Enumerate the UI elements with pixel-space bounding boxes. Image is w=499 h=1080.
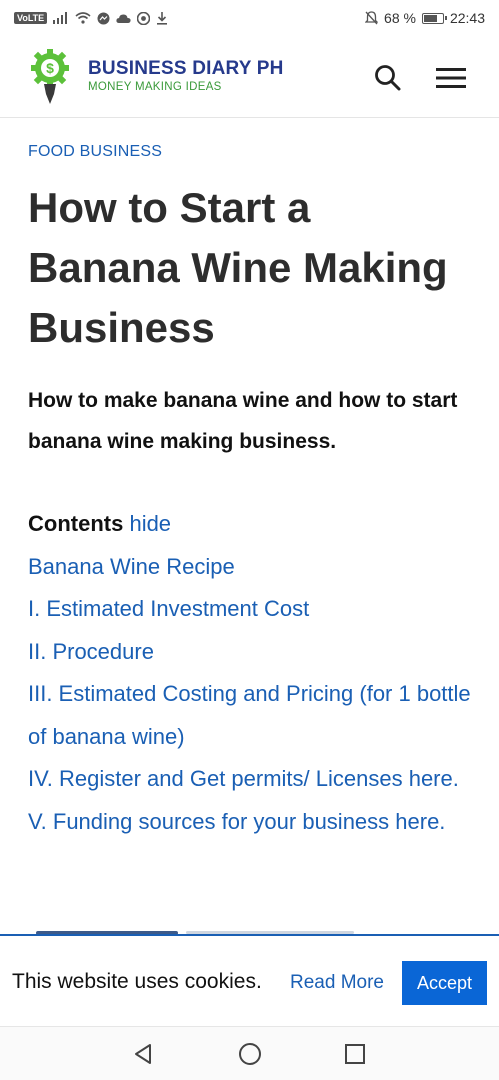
- toc-item[interactable]: IV. Register and Get permits/ Licenses h…: [28, 758, 478, 801]
- toc-item[interactable]: II. Procedure: [28, 631, 478, 674]
- toc-item[interactable]: Banana Wine Recipe: [28, 546, 478, 589]
- cookie-message: This website uses cookies.: [12, 970, 262, 993]
- cloud-icon: [116, 14, 131, 23]
- messenger-icon: [97, 12, 110, 24]
- page-title: How to Start a Banana Wine Making Busine…: [28, 184, 448, 351]
- chrome-icon: [137, 11, 151, 25]
- battery-percent: 68 %: [384, 10, 416, 26]
- mute-icon: [365, 11, 379, 25]
- brand-name[interactable]: BUSINESS DIARY PH: [88, 58, 284, 80]
- volte-badge: VoLTE: [14, 12, 48, 24]
- toc-title: Contents: [28, 511, 124, 536]
- signal-icon: [53, 12, 68, 24]
- wifi-icon: [75, 12, 91, 24]
- cookie-read-more-link[interactable]: Read More: [290, 972, 384, 994]
- menu-icon[interactable]: [434, 64, 468, 92]
- article-subtitle: How to make banana wine and how to start…: [28, 389, 458, 453]
- site-header: $ BUSINESS DIARY PH MONEY MAKING IDEAS: [0, 36, 499, 118]
- table-of-contents: Contents hide Banana Wine Recipe I. Esti…: [28, 503, 478, 843]
- system-nav-bar: [0, 1026, 499, 1080]
- toc-header: Contents hide: [28, 503, 478, 546]
- clock: 22:43: [449, 10, 485, 26]
- status-left: VoLTE: [14, 11, 168, 25]
- home-icon[interactable]: [238, 1042, 262, 1066]
- recents-icon[interactable]: [343, 1042, 367, 1066]
- toc-item[interactable]: V. Funding sources for your business her…: [28, 801, 478, 844]
- toc-hide-toggle[interactable]: hide: [129, 511, 171, 536]
- cookie-accept-button[interactable]: Accept: [402, 961, 487, 1005]
- cookie-banner: This website uses cookies. Read More Acc…: [0, 934, 499, 1026]
- battery-icon: [421, 12, 447, 24]
- search-icon[interactable]: [372, 62, 404, 94]
- status-bar: VoLTE 68 % 22:43: [0, 0, 499, 36]
- brand-tagline: MONEY MAKING IDEAS: [88, 81, 222, 93]
- category-link[interactable]: FOOD BUSINESS: [28, 143, 162, 161]
- toc-item[interactable]: I. Estimated Investment Cost: [28, 588, 478, 631]
- logo-icon[interactable]: $: [30, 48, 70, 106]
- back-icon[interactable]: [131, 1042, 155, 1066]
- download-icon: [157, 11, 168, 25]
- toc-item[interactable]: III. Estimated Costing and Pricing (for …: [28, 673, 478, 758]
- status-right: 68 % 22:43: [365, 10, 485, 26]
- svg-text:$: $: [46, 60, 54, 76]
